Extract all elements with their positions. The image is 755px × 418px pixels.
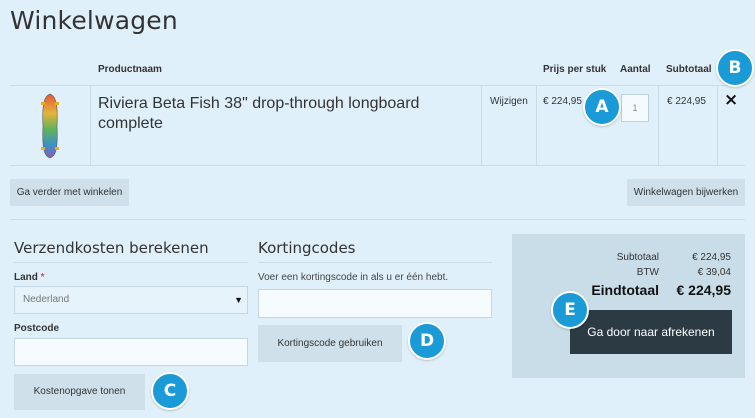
section-title-underline	[14, 262, 248, 263]
country-label: Land *	[14, 272, 45, 283]
cart-table-header: Productnaam Prijs per stuk Aantal Subtot…	[10, 54, 745, 86]
grand-total-value: € 224,95	[676, 282, 732, 298]
annotation-badge-c: C	[151, 372, 189, 410]
header-subtotal: Subtotaal	[666, 64, 712, 75]
annotation-badge-e: E	[551, 291, 589, 329]
subtotal-label: Subtotaal	[616, 252, 659, 263]
dropdown-arrow-icon: ▼	[234, 295, 243, 305]
required-mark: *	[40, 272, 45, 283]
annotation-badge-d: D	[408, 322, 446, 360]
postcode-label: Postcode	[14, 323, 60, 334]
cart-item-row: Riviera Beta Fish 38" drop-through longb…	[10, 86, 745, 166]
section-divider	[10, 219, 745, 220]
subtotal-value: € 224,95	[692, 252, 731, 263]
grand-total-label: Eindtotaal	[591, 282, 659, 298]
totals-panel: Subtotaal € 224,95 BTW € 39,04 Eindtotaa…	[512, 234, 745, 378]
page-title: Winkelwagen	[10, 6, 178, 35]
discount-section-title: Kortingcodes	[258, 239, 356, 257]
update-cart-button[interactable]: Winkelwagen bijwerken	[627, 179, 745, 206]
section-title-underline	[258, 262, 492, 263]
continue-shopping-button[interactable]: Ga verder met winkelen	[10, 179, 129, 206]
discount-hint: Voer een kortingscode in als u er één he…	[258, 272, 449, 283]
header-quantity: Aantal	[620, 64, 651, 75]
postcode-input[interactable]	[14, 338, 248, 366]
column-divider	[717, 86, 718, 165]
column-divider	[658, 86, 659, 165]
longboard-product-image[interactable]	[38, 92, 62, 160]
unit-price: € 224,95	[543, 96, 582, 107]
discount-code-input[interactable]	[258, 289, 492, 318]
vat-label: BTW	[636, 267, 659, 278]
column-divider	[536, 86, 537, 165]
header-product-name: Productnaam	[98, 64, 162, 75]
shipping-section-title: Verzendkosten berekenen	[14, 239, 209, 257]
estimate-shipping-button[interactable]: Kostenopgave tonen	[14, 374, 145, 410]
product-name[interactable]: Riviera Beta Fish 38" drop-through longb…	[98, 94, 458, 134]
annotation-badge-a: A	[583, 88, 621, 126]
header-unit-price: Prijs per stuk	[543, 64, 607, 75]
edit-item-link[interactable]: Wijzigen	[490, 96, 528, 107]
remove-item-button[interactable]: ×	[724, 90, 738, 110]
vat-value: € 39,04	[697, 267, 731, 278]
quantity-input[interactable]: 1	[621, 94, 649, 122]
checkout-button[interactable]: Ga door naar afrekenen	[570, 310, 732, 354]
annotation-badge-b: B	[716, 49, 754, 87]
country-select[interactable]: Nederland ▼	[14, 286, 248, 314]
country-select-value: Nederland	[23, 294, 70, 305]
country-label-text: Land	[14, 272, 38, 283]
column-divider	[481, 86, 482, 165]
apply-discount-button[interactable]: Kortingscode gebruiken	[258, 325, 402, 362]
item-subtotal: € 224,95	[667, 96, 706, 107]
column-divider	[90, 86, 91, 165]
